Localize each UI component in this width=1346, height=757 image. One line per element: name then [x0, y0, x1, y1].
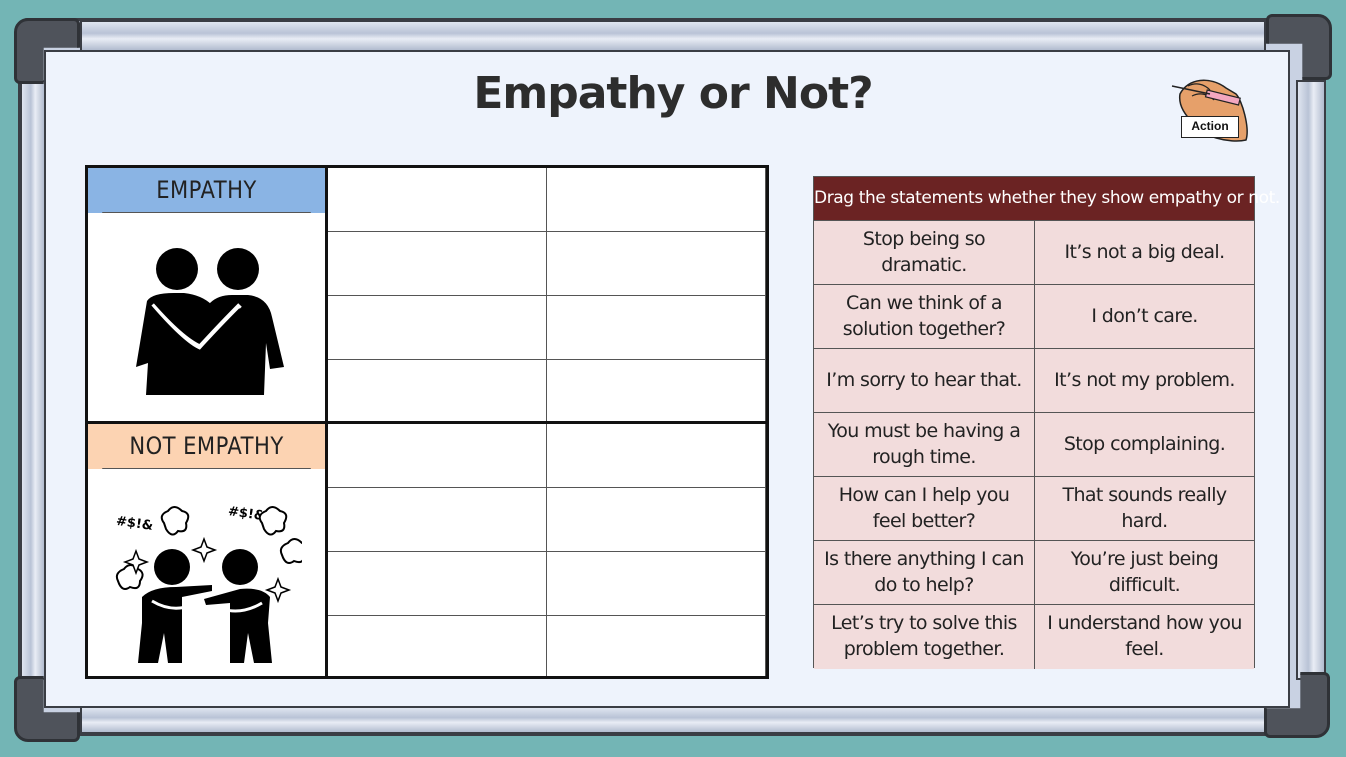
statement-row: You must be having a rough time. Stop co…	[814, 413, 1254, 477]
empathy-slot[interactable]	[328, 360, 547, 421]
not-empathy-slot[interactable]	[547, 488, 766, 552]
hugging-people-icon	[135, 248, 284, 395]
page-title: Empathy or Not?	[473, 68, 873, 119]
statement-card[interactable]: Stop complaining.	[1034, 413, 1254, 476]
empathy-drop-zone	[328, 168, 766, 424]
not-empathy-slot[interactable]	[547, 424, 766, 488]
statement-card[interactable]: How can I help you feel better?	[814, 477, 1034, 540]
empathy-slot[interactable]	[547, 232, 766, 296]
curse-symbols-left: #$!&	[115, 514, 154, 534]
sorting-grid: EMPATHY NOT EMPATHY #$!& #$!&	[85, 165, 769, 679]
category-not-empathy: NOT EMPATHY #$!& #$!&	[88, 424, 328, 676]
empathy-slot[interactable]	[547, 360, 766, 421]
category-empathy: EMPATHY	[88, 168, 328, 424]
statement-card[interactable]: You must be having a rough time.	[814, 413, 1034, 476]
empathy-slot[interactable]	[328, 168, 547, 232]
statement-card[interactable]: Can we think of a solution together?	[814, 285, 1034, 348]
not-empathy-drop-zone	[328, 424, 766, 676]
statement-card[interactable]: Let’s try to solve this problem together…	[814, 605, 1034, 669]
frame-rail-top	[80, 20, 1266, 52]
not-empathy-slot[interactable]	[547, 616, 766, 676]
action-badge: Action	[1181, 116, 1239, 138]
frame-rail-left	[20, 80, 46, 680]
empathy-slot[interactable]	[328, 296, 547, 360]
statement-card[interactable]: I’m sorry to hear that.	[814, 349, 1034, 412]
category-label-empathy: EMPATHY	[102, 168, 311, 213]
not-empathy-slot[interactable]	[328, 552, 547, 616]
statement-card[interactable]: Is there anything I can do to help?	[814, 541, 1034, 604]
statement-card[interactable]: That sounds really hard.	[1034, 477, 1254, 540]
statement-card[interactable]: You’re just being difficult.	[1034, 541, 1254, 604]
statement-card[interactable]: It’s not a big deal.	[1034, 221, 1254, 284]
statement-row: Let’s try to solve this problem together…	[814, 605, 1254, 669]
statement-row: Can we think of a solution together? I d…	[814, 285, 1254, 349]
not-empathy-slot[interactable]	[328, 488, 547, 552]
statement-row: Is there anything I can do to help? You’…	[814, 541, 1254, 605]
not-empathy-slot[interactable]	[328, 424, 547, 488]
frame-rail-right	[1296, 80, 1326, 680]
not-empathy-slot[interactable]	[547, 552, 766, 616]
statement-row: Stop being so dramatic. It’s not a big d…	[814, 221, 1254, 285]
statement-row: How can I help you feel better? That sou…	[814, 477, 1254, 541]
statements-table: Drag the statements whether they show em…	[813, 176, 1280, 669]
statement-card[interactable]: It’s not my problem.	[1034, 349, 1254, 412]
statement-row: I’m sorry to hear that. It’s not my prob…	[814, 349, 1254, 413]
empathy-slot[interactable]	[328, 232, 547, 296]
empathy-slot[interactable]	[547, 296, 766, 360]
instruction-header: Drag the statements whether they show em…	[814, 177, 1280, 221]
category-label-not-empathy: NOT EMPATHY	[102, 424, 311, 469]
frame-rail-bottom	[80, 706, 1266, 734]
arguing-people-icon: #$!& #$!&	[115, 504, 302, 663]
statement-card[interactable]: I don’t care.	[1034, 285, 1254, 348]
not-empathy-slot[interactable]	[328, 616, 547, 676]
empathy-slot[interactable]	[547, 168, 766, 232]
statement-card[interactable]: Stop being so dramatic.	[814, 221, 1034, 284]
statement-card[interactable]: I understand how you feel.	[1034, 605, 1254, 669]
